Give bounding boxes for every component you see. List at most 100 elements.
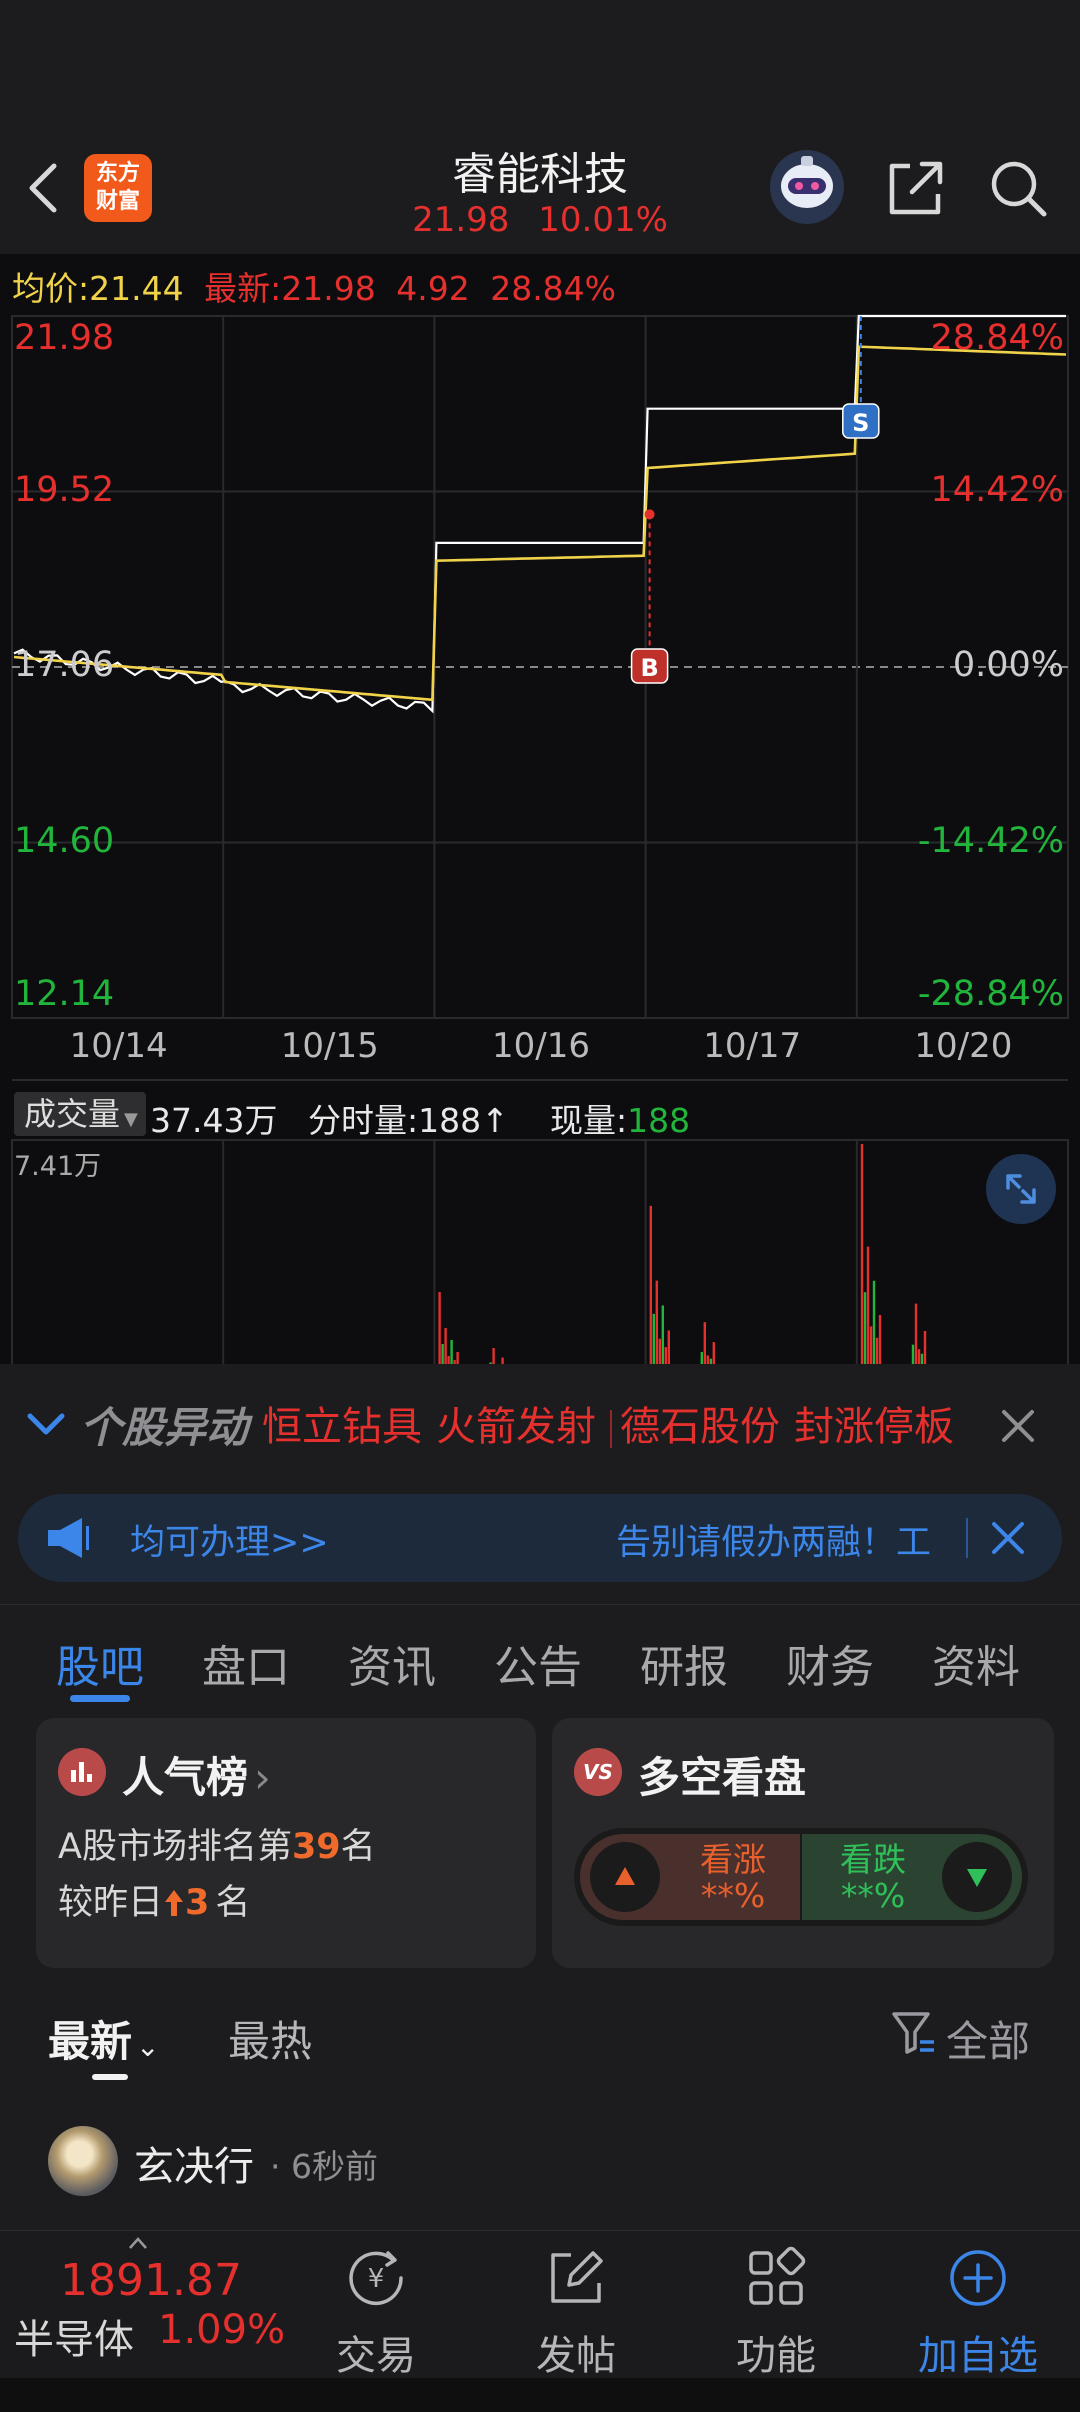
close-icon[interactable] [996,1404,1040,1448]
nav-post[interactable]: 发帖 [496,2243,656,2393]
y-axis-left-label: 19.52 [14,469,115,510]
volume-bar [923,1330,927,1364]
ai-robot-icon[interactable] [768,148,846,226]
nav-functions[interactable]: 功能 [696,2243,856,2393]
svg-text:¥: ¥ [368,2264,385,2294]
app-header: 东方 财富 睿能科技 21.98 10.01% [0,130,1080,254]
stock-price-line: 21.98 10.01% [340,200,740,240]
popularity-rank: A股市场排名第39名 [58,1818,376,1869]
bull-vote-button[interactable]: 看涨 **% [580,1834,800,1920]
nav-trade-label: 交易 [336,2333,416,2379]
avatar[interactable] [48,2126,118,2196]
popularity-change: 较昨日 3 名 [58,1874,250,1925]
buy-marker-label: B [640,654,658,682]
alert-brand: 个股异动 [80,1403,249,1452]
expand-chart-button[interactable] [986,1154,1056,1224]
volume-bar [438,1292,441,1364]
stock-name: 睿能科技 [452,149,628,200]
volume-bar [917,1349,921,1364]
sell-marker-label: S [852,409,869,437]
stock-alert-row[interactable]: 个股异动 恒立钻具 火箭发射 德石股份 封涨停板 [0,1364,1080,1488]
post-item[interactable]: 玄决行 · 6秒前 [0,2084,1080,2234]
sentiment-title: 多空看盘 [638,1753,807,1802]
tab-guba[interactable]: 股吧 [40,1631,160,1695]
y-axis-right-label: 14.42% [930,469,1064,510]
nav-trade[interactable]: ¥ 交易 [296,2243,456,2393]
tick-volume: 分时量:188↑ [308,1101,509,1140]
volume-bar [869,1326,873,1364]
y-axis-right-label: 0.00% [952,645,1064,685]
alert-item[interactable]: 火箭发射 [436,1404,596,1450]
stock-change-pct: 10.01% [538,200,668,240]
volume-bar [441,1344,444,1364]
popularity-title-text: 人气榜 [122,1753,249,1802]
filter-label[interactable]: 全部 [946,2008,1030,2069]
x-axis-date-label: 10/17 [703,1026,802,1066]
expand-icon [1006,1174,1036,1204]
volume-bar [444,1328,447,1364]
volume-max-label: 7.41万 [14,1151,102,1182]
y-axis-right-label: 28.84% [930,318,1064,358]
y-axis-left-label: 12.14 [14,974,115,1014]
promo-banner[interactable]: 均可办理>> 告别请假办两融！工 [18,1494,1062,1582]
caret-up-icon[interactable] [128,2237,148,2249]
feed-tab-latest[interactable]: 最新 ⌄ [48,2008,159,2069]
alert-item[interactable]: 恒立钻具 [262,1404,422,1450]
intraday-chart[interactable]: 均价:21.44 最新:21.98 4.92 28.84% BS 21.98 28… [0,254,1080,1364]
eastmoney-logo[interactable]: 东方 财富 [84,154,152,222]
alert-divider [610,1410,612,1448]
back-arrow-icon[interactable] [24,158,64,218]
alert-items: 恒立钻具 火箭发射 德石股份 封涨停板 [262,1394,968,1452]
share-icon[interactable] [884,156,948,220]
feed-tab-hot[interactable]: 最热 [228,2008,312,2069]
tab-research[interactable]: 研报 [624,1631,744,1695]
close-icon[interactable] [988,1518,1028,1558]
nav-add-watchlist[interactable]: 加自选 [898,2243,1058,2393]
volume-indicator-select[interactable]: 成交量 ▼ [14,1092,146,1136]
popularity-card[interactable]: 人气榜 › A股市场排名第39名 较昨日 3 名 [36,1718,536,1968]
volume-bar [492,1348,495,1364]
current-volume-label: 现量: [550,1101,628,1140]
tab-news[interactable]: 资讯 [332,1631,452,1695]
current-volume: 现量:188 [550,1094,690,1142]
tab-pankou[interactable]: 盘口 [186,1631,306,1695]
sector-index-value[interactable]: 1891.87 [60,2255,242,2306]
info-cards: 人气榜 › A股市场排名第39名 较昨日 3 名 VS 多空看盘 看涨 **% 看跌 … [0,1708,1080,1968]
sector-name[interactable]: 半导体 [14,2307,134,2365]
y-axis-right-label: -28.84% [917,974,1064,1014]
bull-label: 看涨 [700,1840,766,1879]
svg-text:VS: VS [583,1760,613,1784]
bull-circle [590,1842,660,1912]
stock-price: 21.98 [412,200,510,240]
tab-announcements[interactable]: 公告 [478,1631,598,1695]
vs-icon: VS [574,1748,622,1796]
volume-indicator-label: 成交量 [24,1095,121,1133]
triangle-up-icon [615,1867,635,1885]
volume-bar [667,1330,670,1364]
tab-finance[interactable]: 财务 [770,1631,890,1695]
volume-bar [655,1280,658,1364]
volume-bar [878,1315,882,1364]
post-author[interactable]: 玄决行 [134,2134,254,2192]
change-suffix: 名 [215,1883,251,1923]
alert-item[interactable]: 德石股份 [620,1404,780,1450]
trade-icon: ¥ [349,2251,403,2306]
bar-chart-icon [58,1748,106,1796]
chevron-down-icon[interactable] [26,1404,66,1444]
triangle-down-icon [967,1869,987,1887]
filter-icon[interactable] [890,2008,936,2058]
speaker-icon [48,1518,89,1558]
current-volume-value: 188 [627,1101,691,1140]
active-tab-indicator [70,1695,130,1702]
bear-vote-button[interactable]: 看跌 **% [802,1834,1022,1920]
change-prefix: 较昨日 [58,1883,164,1923]
dropdown-caret-icon: ▼ [124,1109,138,1130]
alert-item[interactable]: 封涨停板 [794,1404,954,1450]
tab-profile[interactable]: 资料 [916,1631,1036,1695]
add-circle-icon [950,2250,1006,2306]
volume-bar [661,1305,664,1364]
volume-bar [649,1205,652,1364]
search-icon[interactable] [986,156,1050,220]
banner-left-text: 均可办理>> [130,1523,329,1563]
sentiment-card[interactable]: VS 多空看盘 看涨 **% 看跌 **% [552,1718,1054,1968]
